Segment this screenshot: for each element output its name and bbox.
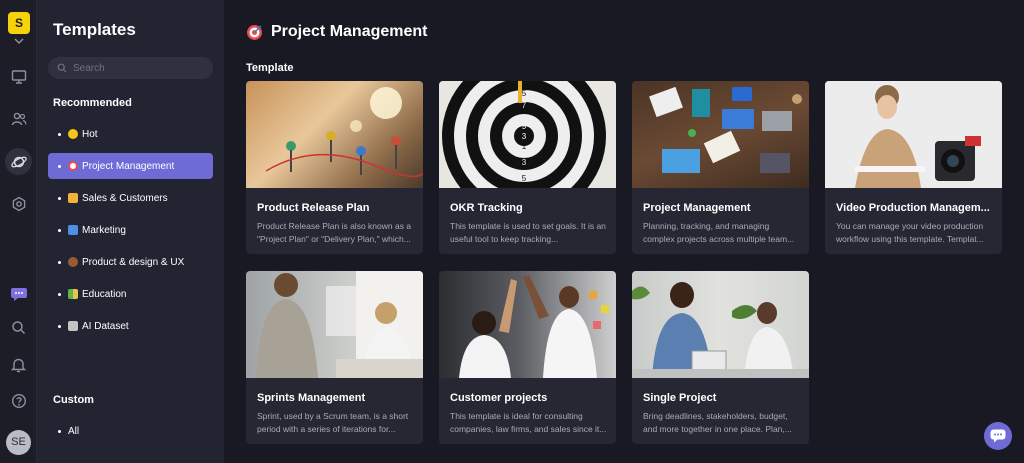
- card-description: You can manage your video production wor…: [836, 221, 984, 244]
- target-number: 5: [522, 89, 527, 98]
- bullet: [58, 324, 61, 328]
- search-input[interactable]: [73, 57, 208, 79]
- card-title: Project Management: [643, 202, 751, 214]
- template-card-okr-tracking[interactable]: 5 7 9 3 1 3 5 OKR Tracking This template…: [439, 81, 616, 254]
- target-number: 3: [522, 158, 527, 167]
- template-card-project-management[interactable]: Project Management Planning, tracking, a…: [632, 81, 809, 254]
- sidebar-item-label: Marketing: [82, 224, 126, 236]
- card-thumbnail: [632, 271, 809, 378]
- card-description: Planning, tracking, and managing complex…: [643, 221, 795, 244]
- card-thumbnail: [246, 271, 423, 378]
- card-description: This template is ideal for consulting co…: [450, 411, 607, 434]
- card-description: This template is used to set goals. It i…: [450, 221, 606, 244]
- team-icon[interactable]: [8, 108, 29, 129]
- sidebar-item-label: All: [68, 425, 80, 437]
- card-title: Single Project: [643, 392, 717, 404]
- card-title: Product Release Plan: [257, 202, 370, 214]
- template-card-single-project[interactable]: Single Project Bring deadlines, stakehol…: [632, 271, 809, 444]
- sun-icon: [68, 129, 78, 139]
- sidebar-title: Templates: [53, 20, 136, 39]
- planet-icon[interactable]: [5, 148, 32, 175]
- card-thumbnail: 5 7 9 3 1 3 5: [439, 81, 616, 188]
- support-chat-button[interactable]: [984, 422, 1012, 450]
- books-icon: [68, 289, 78, 299]
- sidebar-item-sales-customers[interactable]: Sales & Customers: [48, 185, 213, 211]
- main-content: Project Management Template Product Rele…: [224, 0, 1024, 463]
- search-icon: [57, 63, 67, 73]
- sidebar-item-project-management[interactable]: Project Management: [48, 153, 213, 179]
- target-number: 1: [522, 142, 527, 151]
- target-number: 7: [522, 101, 527, 110]
- user-avatar[interactable]: SE: [6, 430, 31, 455]
- sidebar-item-label: Sales & Customers: [82, 192, 168, 204]
- card-description: Bring deadlines, stakeholders, budget, a…: [643, 411, 792, 434]
- bullet: [58, 164, 61, 168]
- template-card-product-release-plan[interactable]: Product Release Plan Product Release Pla…: [246, 81, 423, 254]
- sidebar-item-hot[interactable]: Hot: [48, 121, 213, 147]
- card-thumbnail: [632, 81, 809, 188]
- page-title-text: Project Management: [271, 23, 428, 40]
- sidebar-item-marketing[interactable]: Marketing: [48, 217, 213, 243]
- workspace-logo[interactable]: S: [8, 12, 30, 34]
- search-box[interactable]: [48, 57, 213, 79]
- sidebar-item-label: Education: [82, 288, 127, 300]
- card-description: Sprint, used by a Scrum team, is a short…: [257, 411, 409, 434]
- sidebar-item-product-design-ux[interactable]: Product & design & UX: [48, 249, 213, 275]
- card-title: Sprints Management: [257, 392, 366, 404]
- bullet: [58, 260, 61, 264]
- target-number: 9: [521, 121, 526, 131]
- target-number: 3: [522, 132, 527, 141]
- template-card-sprints-management[interactable]: Sprints Management Sprint, used by a Scr…: [246, 271, 423, 444]
- bullet: [58, 228, 61, 232]
- bullet: [58, 132, 61, 136]
- sidebar-item-label: Product & design & UX: [82, 256, 185, 268]
- sidebar-item-label: AI Dataset: [82, 320, 129, 332]
- target-number: 5: [522, 174, 527, 183]
- card-title: Customer projects: [450, 392, 548, 404]
- chat-bubble-icon: [990, 429, 1006, 443]
- section-label: Template: [246, 62, 294, 74]
- sidebar-item-label: Project Management: [82, 160, 175, 172]
- bell-icon[interactable]: [8, 354, 29, 375]
- page-title: Project Management: [246, 23, 427, 41]
- template-card-customer-projects[interactable]: Customer projects This template is ideal…: [439, 271, 616, 444]
- target-icon: [68, 161, 78, 171]
- sidebar-item-education[interactable]: Education: [48, 281, 213, 307]
- help-icon[interactable]: [8, 390, 29, 411]
- bullet: [58, 196, 61, 200]
- football-icon: [68, 257, 78, 267]
- chevron-down-icon[interactable]: [12, 36, 26, 46]
- settings-hex-icon[interactable]: [8, 193, 29, 214]
- bullet: [58, 292, 61, 296]
- templates-sidebar: Templates Recommended Hot Project Manage…: [37, 0, 224, 463]
- handshake-icon: [68, 193, 78, 203]
- card-thumbnail: [246, 81, 423, 188]
- custom-heading: Custom: [53, 394, 94, 406]
- robot-icon: [68, 321, 78, 331]
- sidebar-item-all[interactable]: All: [48, 418, 213, 444]
- card-description: Product Release Plan is also known as a …: [257, 221, 412, 244]
- calendar-icon: [68, 225, 78, 235]
- sidebar-item-ai-dataset[interactable]: AI Dataset: [48, 313, 213, 339]
- card-thumbnail: [439, 271, 616, 378]
- card-title: OKR Tracking: [450, 202, 523, 214]
- recommended-heading: Recommended: [53, 97, 132, 109]
- desktop-icon[interactable]: [8, 66, 29, 87]
- icon-rail: S SE: [0, 0, 37, 463]
- card-thumbnail: [825, 81, 1002, 188]
- template-card-video-production[interactable]: Video Production Managem... You can mana…: [825, 81, 1002, 254]
- bullet: [58, 429, 61, 433]
- target-icon: [247, 24, 262, 40]
- search-icon[interactable]: [8, 317, 29, 338]
- card-title: Video Production Managem...: [836, 202, 990, 214]
- chat-messages-icon[interactable]: [8, 283, 29, 304]
- sidebar-item-label: Hot: [82, 128, 98, 140]
